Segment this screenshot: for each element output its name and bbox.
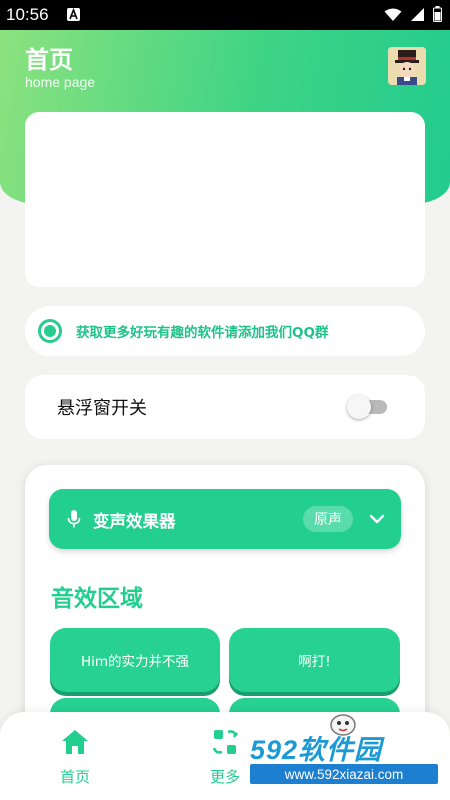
home-icon <box>60 730 90 760</box>
nav-label-home: 首页 <box>59 768 90 786</box>
banner-card[interactable] <box>25 112 425 287</box>
avatar[interactable] <box>388 47 426 85</box>
microphone-icon <box>67 510 81 532</box>
notice-text: 获取更多好玩有趣的软件请添加我们QQ群 <box>76 325 329 341</box>
page-subtitle: home page <box>25 74 96 90</box>
battery-icon <box>433 6 442 26</box>
wifi-icon <box>384 7 402 26</box>
grid-refresh-icon <box>210 730 240 760</box>
status-bar: 10:56 <box>0 0 450 30</box>
notice-bar[interactable]: 获取更多好玩有趣的软件请添加我们QQ群 <box>25 306 425 356</box>
notification-a-icon <box>67 8 80 21</box>
floating-window-toggle[interactable] <box>347 395 387 419</box>
floating-window-card: 悬浮窗开关 <box>25 375 425 439</box>
watermark-brand: 592软件园 <box>250 735 383 765</box>
page-title: 首页 <box>25 46 73 74</box>
nav-label-more: 更多 <box>209 768 240 786</box>
floating-window-label: 悬浮窗开关 <box>57 398 147 419</box>
effects-section-title: 音效区域 <box>51 586 143 612</box>
signal-icon <box>410 7 425 26</box>
nav-item-more[interactable]: 更多 <box>195 728 255 787</box>
status-time: 10:56 <box>6 5 49 24</box>
voice-mode-chip[interactable]: 原声 <box>303 506 353 532</box>
voice-changer-title: 变声效果器 <box>93 512 176 531</box>
nav-item-home[interactable]: 首页 <box>45 728 105 787</box>
watermark: 592软件园 www.592xiazai.com <box>250 728 446 790</box>
effect-button[interactable]: 啊打! <box>229 628 400 692</box>
chevron-down-icon[interactable] <box>369 511 385 531</box>
voice-changer-bar[interactable]: 变声效果器 原声 <box>49 489 401 549</box>
radio-dot-icon <box>38 319 62 343</box>
watermark-url: www.592xiazai.com <box>250 764 438 784</box>
effect-button[interactable]: Him的实力并不强 <box>50 628 220 692</box>
toggle-knob <box>347 395 371 419</box>
